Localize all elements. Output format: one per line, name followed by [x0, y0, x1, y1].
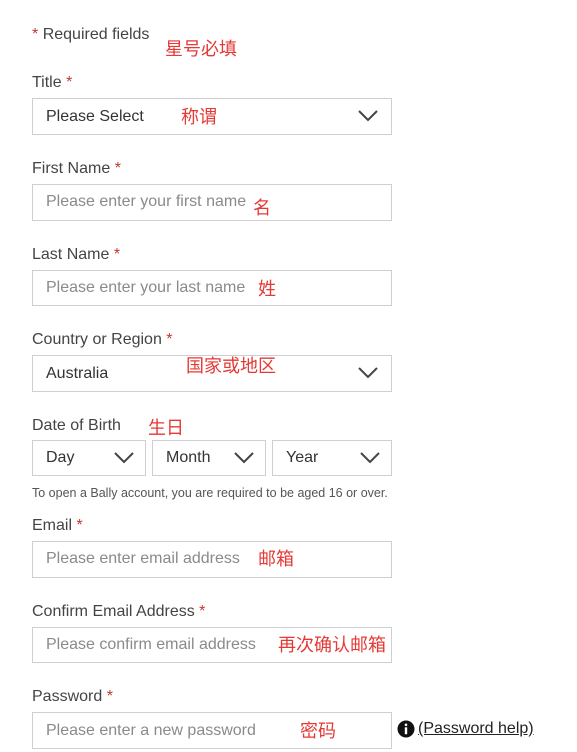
annotation-last-name: 姓: [258, 279, 276, 300]
country-label: Country or Region *: [32, 331, 173, 349]
confirm-email-placeholder: Please confirm email address: [46, 636, 256, 653]
first-name-label-text: First Name: [32, 160, 111, 177]
title-label-text: Title: [32, 74, 62, 91]
first-name-label: First Name *: [32, 160, 121, 178]
annotation-country: 国家或地区: [186, 356, 276, 377]
dob-day-select[interactable]: Day: [32, 440, 146, 476]
required-star: *: [66, 74, 73, 91]
required-star: *: [106, 688, 113, 705]
first-name-input[interactable]: Please enter your first name: [32, 184, 392, 221]
dob-month-value: Month: [166, 449, 211, 466]
email-label-text: Email: [32, 517, 73, 534]
last-name-input[interactable]: Please enter your last name: [32, 270, 392, 306]
last-name-label: Last Name *: [32, 246, 120, 264]
annotation-confirm-email: 再次确认邮箱: [278, 635, 386, 656]
country-select-value: Australia: [46, 365, 109, 382]
dob-year-select[interactable]: Year: [272, 440, 392, 476]
required-star: *: [166, 331, 173, 348]
required-star: *: [76, 517, 83, 534]
country-label-text: Country or Region: [32, 331, 162, 348]
required-star: *: [114, 160, 121, 177]
password-label: Password *: [32, 688, 113, 706]
last-name-placeholder: Please enter your last name: [46, 279, 246, 296]
required-star: *: [113, 246, 121, 263]
password-help[interactable]: (Password help): [397, 720, 534, 738]
confirm-email-label: Confirm Email Address *: [32, 603, 205, 621]
email-input[interactable]: Please enter email address: [32, 541, 392, 578]
title-label: Title *: [32, 74, 72, 92]
email-label: Email *: [32, 517, 83, 535]
annotation-first-name: 名: [253, 198, 271, 219]
dob-day-value: Day: [46, 449, 75, 466]
required-star: *: [199, 603, 206, 620]
dob-month-select[interactable]: Month: [152, 440, 266, 476]
dob-year-value: Year: [286, 449, 319, 466]
password-input[interactable]: Please enter a new password: [32, 712, 392, 749]
title-select-value: Please Select: [46, 108, 144, 125]
annotation-required: 星号必填: [165, 39, 237, 60]
required-fields-text: Required fields: [42, 26, 150, 43]
last-name-label-text: Last Name: [32, 246, 110, 263]
chevron-down-icon: [360, 452, 380, 464]
chevron-down-icon: [358, 367, 378, 379]
confirm-email-label-text: Confirm Email Address: [32, 603, 195, 620]
age-requirement-note: To open a Bally account, you are require…: [32, 486, 388, 500]
email-placeholder: Please enter email address: [46, 550, 240, 567]
required-star: *: [32, 26, 39, 43]
chevron-down-icon: [114, 452, 134, 464]
dob-label: Date of Birth: [32, 417, 121, 434]
annotation-password: 密码: [300, 721, 336, 742]
annotation-title: 称谓: [181, 107, 217, 128]
first-name-placeholder: Please enter your first name: [46, 193, 247, 210]
info-icon: [397, 720, 415, 738]
password-help-link[interactable]: (Password help): [418, 720, 534, 738]
annotation-email: 邮箱: [258, 549, 294, 570]
chevron-down-icon: [234, 452, 254, 464]
password-label-text: Password: [32, 688, 103, 705]
required-fields-note: * Required fields: [32, 26, 149, 44]
password-placeholder: Please enter a new password: [46, 722, 256, 739]
chevron-down-icon: [358, 110, 378, 122]
annotation-dob: 生日: [148, 418, 184, 439]
